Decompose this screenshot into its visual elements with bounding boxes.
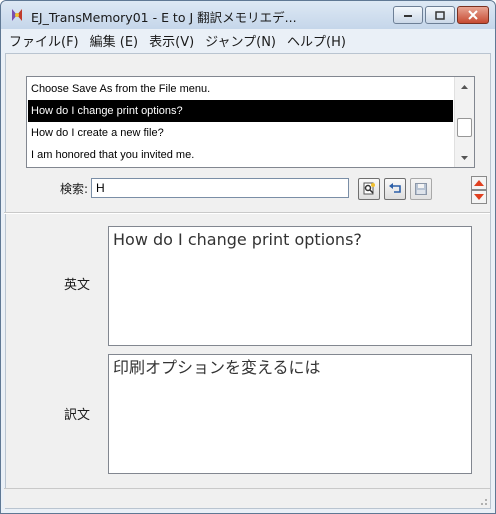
- scrollbar-thumb[interactable]: [457, 118, 472, 137]
- find-icon: [363, 182, 375, 195]
- close-icon: [468, 10, 478, 20]
- list-item[interactable]: How do I create a new file?: [28, 122, 453, 144]
- english-text-area[interactable]: [108, 226, 472, 346]
- scroll-down-arrow[interactable]: [455, 149, 474, 167]
- find-button[interactable]: [358, 178, 380, 200]
- save-icon: [415, 183, 427, 195]
- chevron-down-icon: [461, 156, 468, 160]
- save-button[interactable]: [410, 178, 432, 200]
- list-item-text: How do I change print options?: [31, 105, 183, 117]
- minimize-icon: [404, 15, 412, 17]
- section-divider: [4, 212, 490, 214]
- english-label: 英文: [64, 278, 91, 293]
- list-item[interactable]: Choose Save As from the File menu.: [28, 78, 453, 100]
- memory-listbox[interactable]: Choose Save As from the File menu. How d…: [26, 76, 475, 168]
- navigate-spin-control[interactable]: [471, 176, 487, 204]
- menu-view[interactable]: 表示(V): [145, 31, 201, 50]
- undo-icon: [389, 183, 401, 193]
- list-item-text: How do I create a new file?: [31, 127, 164, 139]
- undo-button[interactable]: [384, 178, 406, 200]
- search-input[interactable]: [91, 178, 349, 198]
- chevron-up-icon: [461, 85, 468, 89]
- maximize-button[interactable]: [425, 6, 455, 24]
- window-title: EJ_TransMemory01 - E to J 翻訳メモリエデ...: [31, 10, 297, 25]
- translation-text-area[interactable]: [108, 354, 472, 474]
- up-down-spin-icon: [471, 176, 487, 204]
- search-label: 検索:: [60, 182, 89, 196]
- resize-grip-icon[interactable]: [478, 496, 488, 506]
- maximize-icon: [435, 10, 445, 20]
- list-item-text: I am honored that you invited me.: [31, 149, 195, 161]
- scroll-up-arrow[interactable]: [455, 78, 474, 96]
- minimize-button[interactable]: [393, 6, 423, 24]
- list-item[interactable]: I am honored that you invited me.: [28, 144, 453, 166]
- status-bar: [4, 488, 490, 508]
- title-bar[interactable]: EJ_TransMemory01 - E to J 翻訳メモリエデ...: [1, 1, 495, 29]
- close-button[interactable]: [457, 6, 489, 24]
- menu-jump[interactable]: ジャンプ(N): [201, 31, 283, 50]
- list-item-selected[interactable]: How do I change print options?: [28, 100, 453, 122]
- menu-bar: ファイル(F) 編集 (E) 表示(V) ジャンプ(N) ヘルプ(H): [5, 29, 491, 51]
- list-item-text: Choose Save As from the File menu.: [31, 83, 211, 95]
- menu-help[interactable]: ヘルプ(H): [283, 31, 353, 50]
- menu-edit[interactable]: 編集 (E): [86, 31, 146, 50]
- translation-label: 訳文: [64, 408, 91, 423]
- menu-file[interactable]: ファイル(F): [5, 31, 86, 50]
- app-logo-icon[interactable]: [9, 7, 25, 23]
- list-scrollbar[interactable]: [454, 77, 474, 167]
